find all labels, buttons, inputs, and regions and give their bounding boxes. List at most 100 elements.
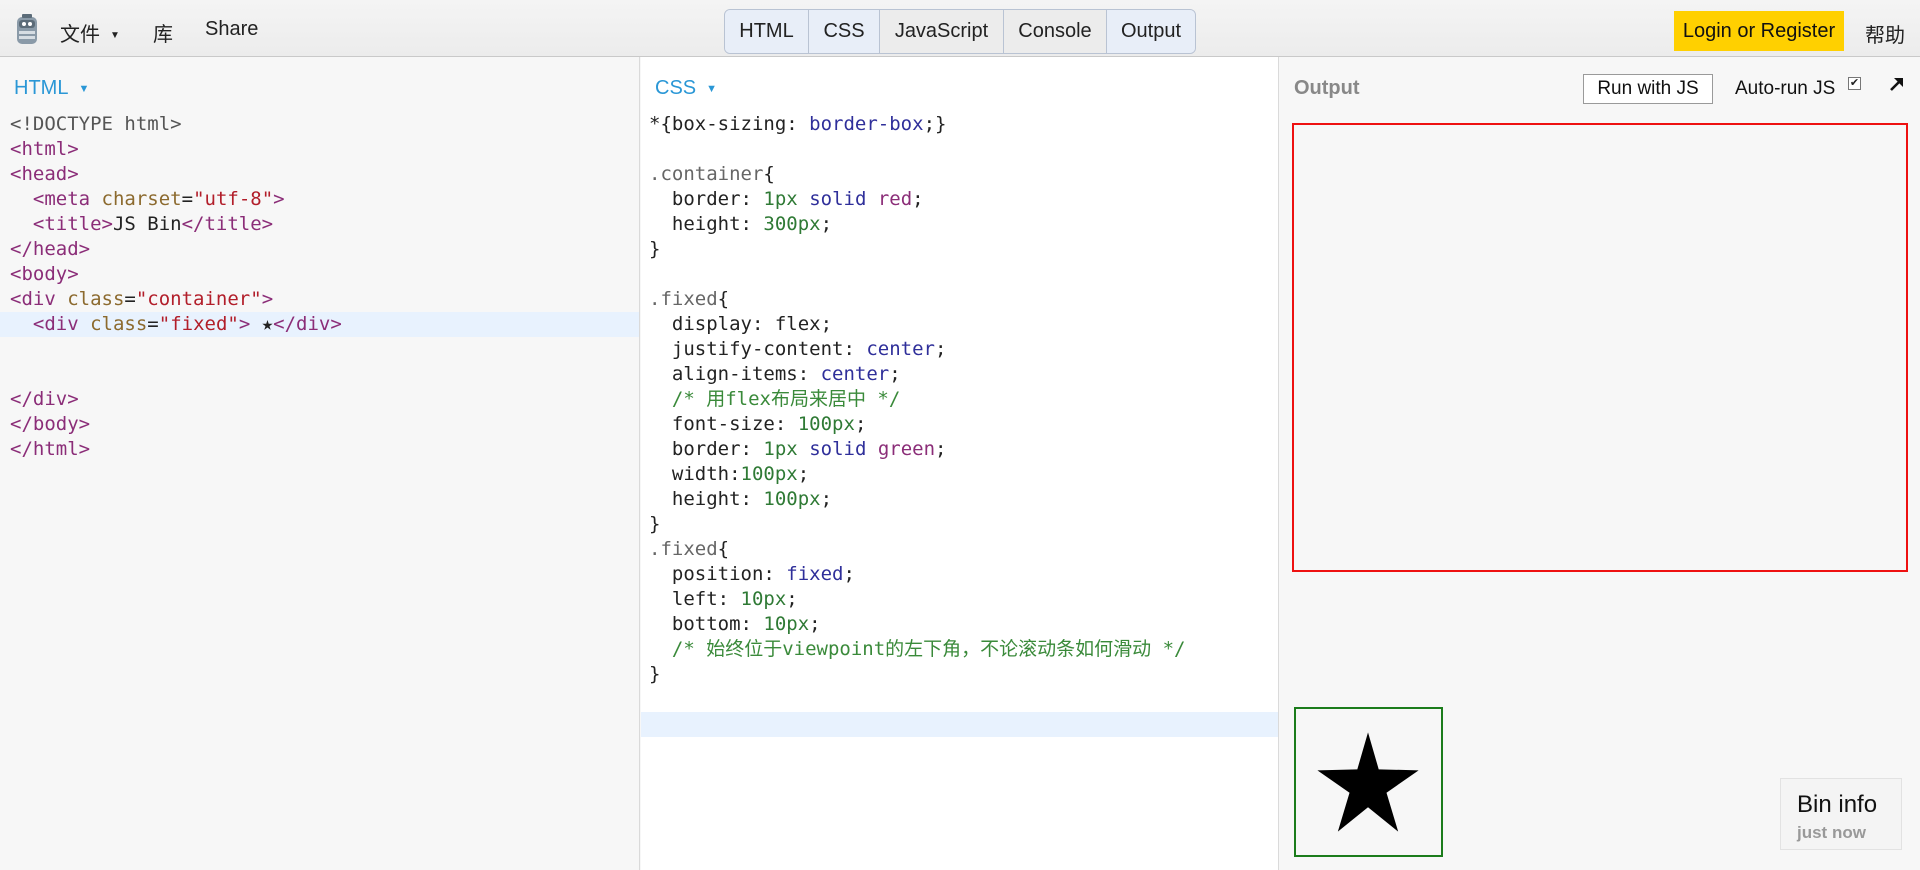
code-token: : — [786, 113, 810, 135]
html-code-editor[interactable]: <!DOCTYPE html> <html> <head> <meta charse… — [0, 112, 639, 462]
code-token: JS Bin — [112, 213, 182, 235]
code-token: "utf-8" — [193, 188, 274, 210]
file-menu-label: 文件 — [60, 24, 100, 46]
html-code-line[interactable]: </div> — [0, 387, 639, 412]
library-menu[interactable]: 库 — [153, 18, 173, 47]
file-menu[interactable]: 文件 ▼ — [60, 18, 120, 47]
help-link[interactable]: 帮助 — [1865, 19, 1905, 48]
css-code-editor[interactable]: *{box-sizing: border-box;} .container{ bo… — [641, 112, 1278, 737]
autorun-js-checkbox[interactable]: ✔ — [1848, 77, 1861, 90]
html-code-line[interactable]: </body> — [0, 412, 639, 437]
css-code-line[interactable]: } — [641, 662, 1278, 687]
css-code-line[interactable]: } — [641, 237, 1278, 262]
code-token: center — [820, 363, 890, 385]
html-code-line[interactable]: <div class="fixed"> ★</div> — [0, 312, 639, 337]
css-code-line[interactable]: bottom: 10px; — [641, 612, 1278, 637]
css-code-line[interactable]: /* 始终位于viewpoint的左下角，不论滚动条如何滑动 */ — [641, 637, 1278, 662]
css-code-line[interactable]: *{box-sizing: border-box;} — [641, 112, 1278, 137]
code-token: ; — [935, 438, 947, 460]
css-code-line[interactable]: height: 100px; — [641, 487, 1278, 512]
code-token: red — [877, 188, 913, 210]
css-code-line[interactable]: font-size: 100px; — [641, 412, 1278, 437]
code-token: 300px — [763, 213, 821, 235]
css-code-line[interactable]: } — [641, 512, 1278, 537]
tab-html[interactable]: HTML — [725, 10, 809, 53]
panel-tabs: HTML CSS JavaScript Console Output — [724, 9, 1196, 54]
code-token: height — [649, 213, 741, 235]
css-code-line[interactable]: width:100px; — [641, 462, 1278, 487]
run-with-js-button[interactable]: Run with JS — [1583, 74, 1713, 104]
code-token: <meta — [32, 188, 102, 210]
code-token: ; — [797, 463, 810, 485]
html-code-line[interactable] — [0, 337, 639, 362]
css-code-line[interactable]: position: fixed; — [641, 562, 1278, 587]
login-register-button[interactable]: Login or Register — [1674, 11, 1844, 51]
code-token: 100px — [740, 463, 798, 485]
css-code-line[interactable]: left: 10px; — [641, 587, 1278, 612]
html-code-line[interactable]: <html> — [0, 137, 639, 162]
html-code-line[interactable]: <head> — [0, 162, 639, 187]
code-token: border — [649, 188, 741, 210]
code-token: fixed — [786, 563, 844, 585]
code-token: > — [261, 288, 274, 310]
jsbin-logo-icon[interactable] — [14, 14, 40, 46]
code-token: ; — [820, 488, 833, 510]
output-panel-label: Output — [1294, 77, 1360, 99]
css-code-line[interactable] — [641, 687, 1278, 712]
code-token: : — [797, 363, 821, 385]
html-panel-label-text: HTML — [14, 77, 69, 99]
code-token: position — [649, 563, 764, 585]
code-token: 10px — [763, 613, 810, 635]
css-code-line[interactable]: height: 300px; — [641, 212, 1278, 237]
css-code-line[interactable]: .fixed{ — [641, 537, 1278, 562]
code-token: : — [740, 438, 764, 460]
code-token: : — [740, 213, 764, 235]
css-code-line[interactable] — [641, 262, 1278, 287]
html-code-line[interactable]: <title>JS Bin</title> — [0, 212, 639, 237]
code-token: *{ — [649, 113, 672, 135]
tab-javascript[interactable]: JavaScript — [880, 10, 1004, 53]
tab-console[interactable]: Console — [1004, 10, 1107, 53]
tab-output[interactable]: Output — [1107, 10, 1195, 53]
code-token: justify-content — [649, 338, 844, 360]
html-code-line[interactable]: </head> — [0, 237, 639, 262]
share-menu[interactable]: Share — [205, 18, 258, 41]
tab-css[interactable]: CSS — [809, 10, 880, 53]
code-token: 100px — [797, 413, 855, 435]
html-code-line[interactable]: <meta charset="utf-8"> — [0, 187, 639, 212]
html-panel-label[interactable]: HTML ▼ — [14, 77, 89, 100]
css-code-line[interactable] — [641, 137, 1278, 162]
html-code-line[interactable]: <!DOCTYPE html> — [0, 112, 639, 137]
bin-info-card[interactable]: Bin info just now — [1780, 778, 1902, 850]
html-code-line[interactable]: </html> — [0, 437, 639, 462]
html-code-line[interactable]: <div class="container"> — [0, 287, 639, 312]
css-code-line[interactable]: display: flex; — [641, 312, 1278, 337]
css-code-line[interactable]: align-items: center; — [641, 362, 1278, 387]
code-token: green — [877, 438, 936, 460]
code-token: <body> — [10, 263, 79, 285]
code-token: display — [649, 313, 752, 335]
code-token: class — [90, 313, 148, 335]
css-code-line[interactable] — [641, 712, 1278, 737]
star-icon — [1317, 732, 1419, 832]
code-token: : flex; — [751, 313, 833, 335]
css-code-line[interactable]: .fixed{ — [641, 287, 1278, 312]
css-code-line[interactable]: border: 1px solid red; — [641, 187, 1278, 212]
bin-info-title: Bin info — [1797, 791, 1878, 818]
code-token: : — [729, 463, 741, 485]
css-code-line[interactable]: justify-content: center; — [641, 337, 1278, 362]
html-code-line[interactable]: <body> — [0, 262, 639, 287]
code-token: <title> — [32, 213, 113, 235]
css-code-line[interactable]: /* 用flex布局来居中 */ — [641, 387, 1278, 412]
open-in-new-window-icon[interactable] — [1888, 75, 1906, 93]
css-panel-label[interactable]: CSS ▼ — [655, 77, 717, 100]
html-code-line[interactable] — [0, 362, 639, 387]
code-token: <html> — [10, 138, 79, 160]
css-code-line[interactable]: .container{ — [641, 162, 1278, 187]
css-panel: CSS ▼ *{box-sizing: border-box;} .containe… — [641, 57, 1279, 870]
autorun-js-label[interactable]: Auto-run JS — [1735, 78, 1835, 100]
code-token: ; — [809, 613, 821, 635]
css-code-line[interactable]: border: 1px solid green; — [641, 437, 1278, 462]
